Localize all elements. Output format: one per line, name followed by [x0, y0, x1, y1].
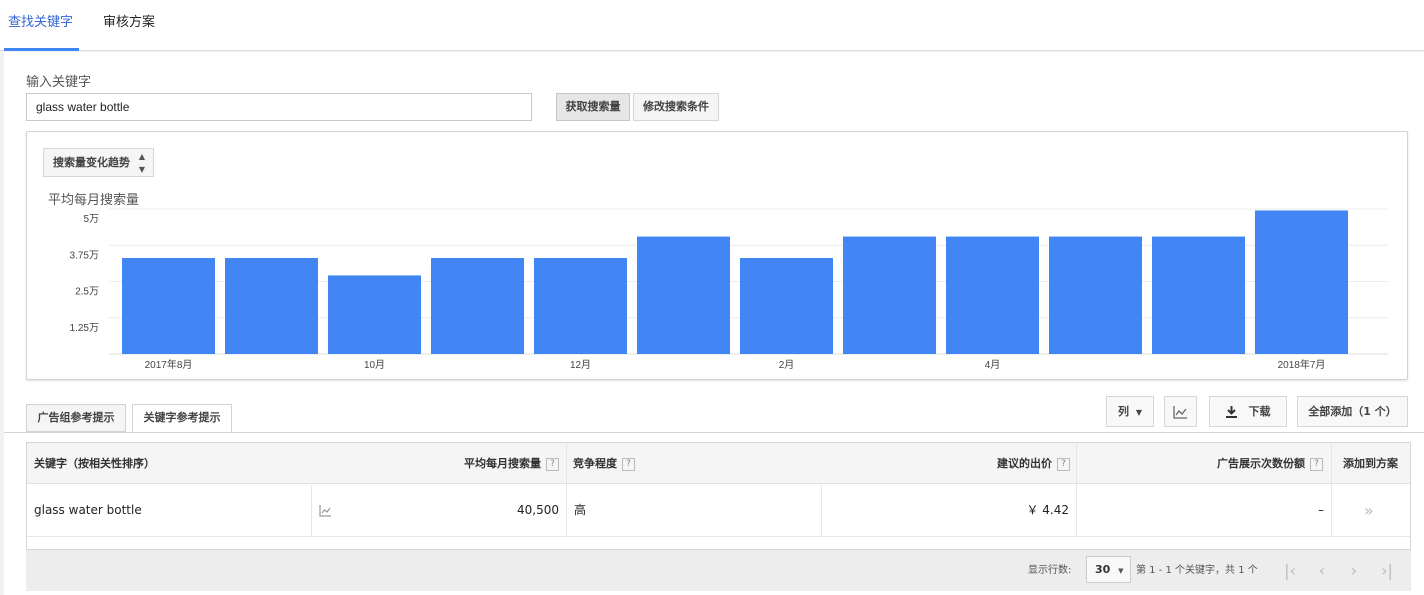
col-suggested-bid[interactable]: 建议的出价? — [997, 443, 1070, 484]
col-competition[interactable]: 竞争程度? — [573, 443, 635, 484]
caret-down-icon: ▼ — [1118, 567, 1124, 575]
add-to-plan-button[interactable]: » — [1364, 485, 1374, 536]
x-tick-label: 2017年8月 — [145, 358, 193, 371]
bar-8[interactable] — [843, 236, 936, 354]
trend-icon-button[interactable] — [319, 485, 332, 536]
column-divider — [1331, 443, 1332, 536]
rows-per-page-select[interactable]: 30 ▼ — [1086, 556, 1131, 583]
bar-5[interactable] — [534, 258, 627, 354]
bar-3[interactable] — [328, 275, 421, 354]
keyword-table: 关键字（按相关性排序） 平均每月搜索量? 竞争程度? 建议的出价? 广告展示次数… — [26, 442, 1411, 550]
x-tick-label: 12月 — [570, 359, 591, 371]
column-divider — [566, 443, 567, 536]
last-page-icon[interactable]: ›| — [1375, 559, 1399, 583]
avg-searches-cell: 40,500 — [517, 503, 559, 517]
keyword-input-label: 输入关键字 — [26, 75, 92, 90]
bar-6[interactable] — [637, 236, 730, 354]
x-tick-label: 2月 — [779, 359, 795, 371]
y-tick-label: 5万 — [83, 214, 99, 225]
help-icon[interactable]: ? — [546, 457, 559, 471]
download-button-label: 下载 — [1248, 405, 1271, 418]
bar-12[interactable] — [1255, 210, 1348, 354]
pagination-bar: 显示行数: 30 ▼ 第 1 - 1 个关键字，共 1 个 |‹ ‹ › ›| — [26, 550, 1411, 591]
bar-2[interactable] — [225, 258, 318, 354]
bar-chart: 1.25万 2.5万 3.75万 5万 2017年8月 10月 12月 2月 4月 2018年7月 — [70, 208, 1388, 371]
tab-keyword-ideas[interactable]: 关键字参考提示 — [132, 404, 232, 433]
bar-1[interactable] — [122, 258, 215, 354]
bar-11[interactable] — [1152, 236, 1245, 354]
column-divider — [311, 485, 312, 536]
get-search-volume-button[interactable]: 获取搜索量 — [556, 93, 630, 121]
tab-review-plan[interactable]: 审核方案 — [103, 0, 155, 51]
y-tick-label: 3.75万 — [70, 250, 99, 261]
x-tick-label: 2018年7月 — [1278, 358, 1326, 371]
prev-page-icon[interactable]: ‹ — [1310, 559, 1334, 583]
col-avg-monthly-searches[interactable]: 平均每月搜索量? — [464, 443, 559, 484]
competition-cell: 高 — [574, 503, 587, 517]
bar-10[interactable] — [1049, 236, 1142, 354]
bar-7[interactable] — [740, 258, 833, 354]
impression-share-cell: – — [1318, 503, 1324, 517]
column-divider — [1076, 443, 1077, 536]
keyword-cell: glass water bottle — [34, 503, 142, 517]
next-page-icon[interactable]: › — [1342, 559, 1366, 583]
tab-find-keywords[interactable]: 查找关键字 — [3, 0, 80, 51]
rows-per-page-label: 显示行数: — [1028, 565, 1072, 576]
table-header: 关键字（按相关性排序） 平均每月搜索量? 竞争程度? 建议的出价? 广告展示次数… — [27, 443, 1410, 484]
col-keyword[interactable]: 关键字（按相关性排序） — [34, 443, 155, 484]
download-button[interactable]: 下载 — [1209, 396, 1287, 427]
tab-ad-group-ideas[interactable]: 广告组参考提示 — [26, 404, 126, 432]
tab-divider — [4, 432, 1424, 433]
y-tick-label: 1.25万 — [70, 323, 99, 334]
columns-button[interactable]: 列 ▼ — [1106, 396, 1154, 427]
column-divider — [821, 485, 822, 536]
row-divider — [27, 536, 1410, 537]
help-icon[interactable]: ? — [622, 457, 635, 471]
bar-4[interactable] — [431, 258, 524, 354]
bar-9[interactable] — [946, 236, 1039, 354]
help-icon[interactable]: ? — [1057, 457, 1070, 471]
caret-down-icon: ▼ — [1135, 408, 1142, 417]
col-impression-share[interactable]: 广告展示次数份额? — [1217, 443, 1323, 484]
help-icon[interactable]: ? — [1310, 457, 1323, 471]
pagination-range: 第 1 - 1 个关键字，共 1 个 — [1136, 565, 1258, 576]
add-all-button[interactable]: 全部添加（1 个） — [1297, 396, 1408, 427]
columns-button-label: 列 — [1118, 405, 1129, 418]
rows-per-page-value: 30 — [1095, 563, 1111, 576]
suggested-bid-cell: ￥ 4.42 — [1026, 503, 1069, 517]
top-nav-bar: 查找关键字 审核方案 — [0, 0, 1424, 51]
line-chart-icon — [319, 504, 331, 517]
y-tick-label: 2.5万 — [75, 287, 99, 298]
modify-search-button[interactable]: 修改搜索条件 — [633, 93, 719, 121]
x-tick-label: 10月 — [364, 359, 385, 371]
first-page-icon[interactable]: |‹ — [1278, 559, 1302, 583]
chart-card: 搜索量变化趋势 ▲ ▼ 平均每月搜索量 1.25万 2.5万 3.75万 5万 2017年… — [26, 131, 1408, 380]
download-icon — [1225, 406, 1237, 418]
x-tick-label: 4月 — [985, 359, 1001, 371]
keyword-input[interactable] — [26, 93, 532, 121]
chart-view-button[interactable] — [1164, 396, 1197, 427]
col-add-to-plan: 添加到方案 — [1343, 457, 1398, 470]
line-chart-icon — [1173, 405, 1187, 419]
